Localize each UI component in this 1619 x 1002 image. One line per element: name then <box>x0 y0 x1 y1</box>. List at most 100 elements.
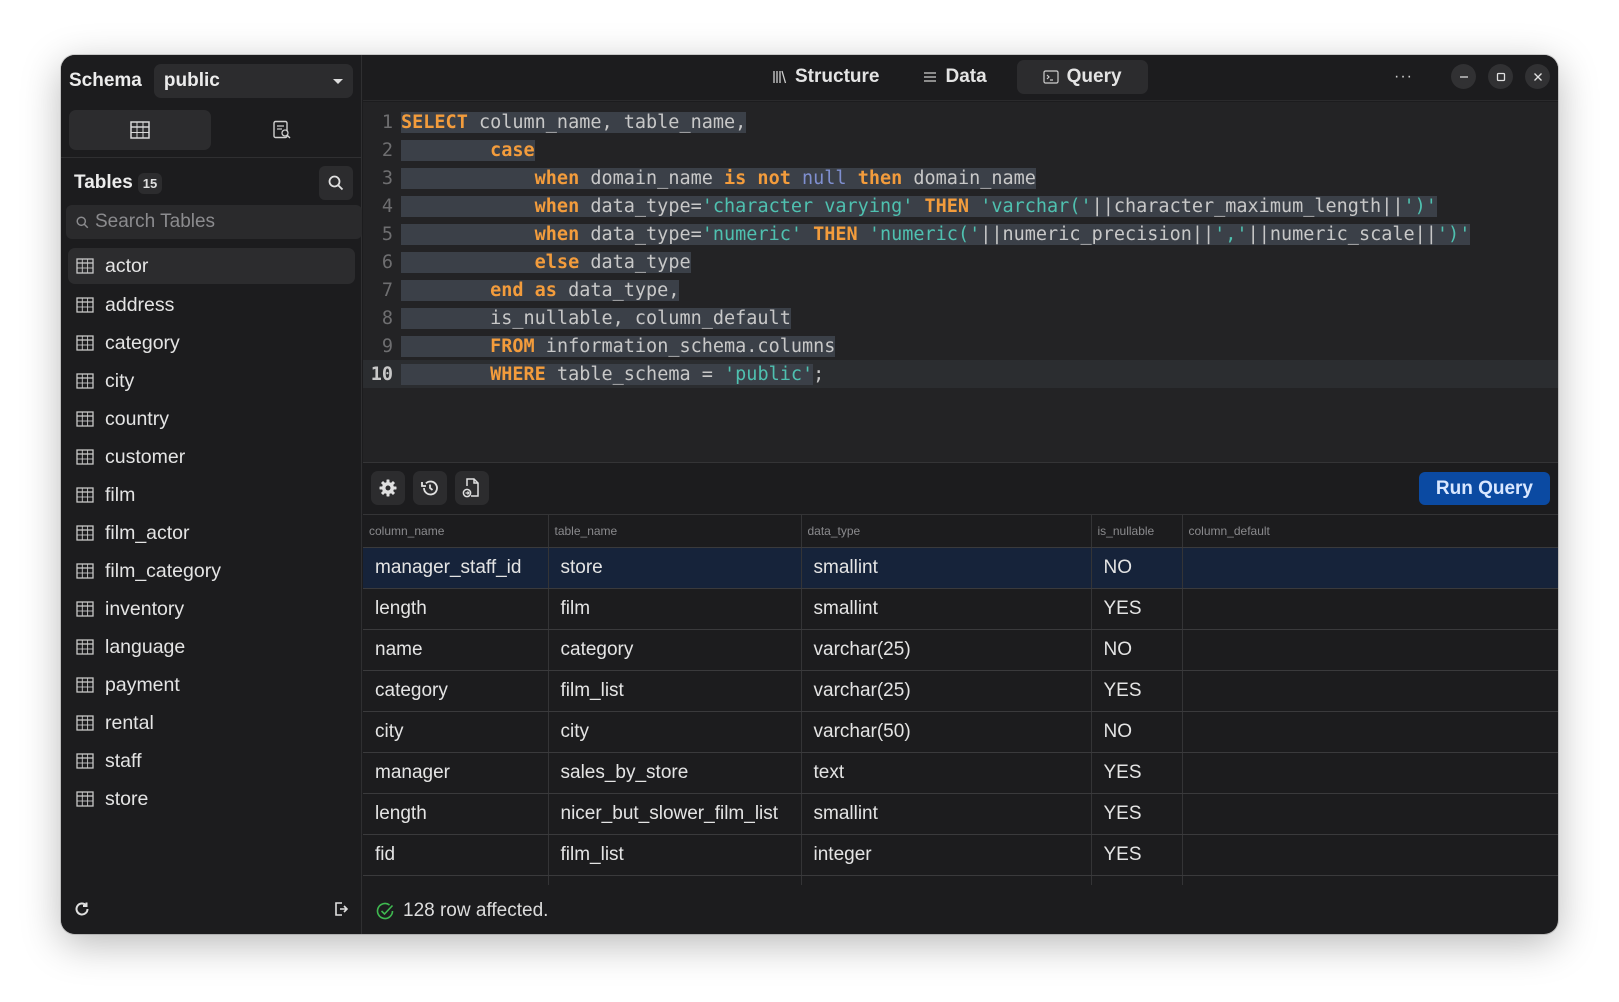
cell-table-name[interactable]: film <box>548 588 802 630</box>
cell-table-name[interactable]: sales_by_store <box>548 752 802 794</box>
settings-button[interactable] <box>371 471 405 505</box>
disconnect-button[interactable] <box>333 901 349 922</box>
tab-structure[interactable]: Structure <box>758 60 893 94</box>
table-name: city <box>105 369 135 392</box>
close-button[interactable] <box>1525 64 1550 89</box>
cell-column-default[interactable] <box>1182 793 1558 835</box>
sidebar-item-address[interactable]: address <box>68 286 355 324</box>
cell-column-default[interactable] <box>1182 629 1558 671</box>
cell-data-type[interactable]: smallint <box>801 793 1092 835</box>
cell-table-name[interactable]: film_list <box>548 834 802 876</box>
cell-is-nullable[interactable]: YES <box>1091 752 1183 794</box>
table-row[interactable]: length nicer_but_slower_film_list smallint… <box>363 793 1558 835</box>
table-name: inventory <box>105 597 185 620</box>
sidebar-item-actor[interactable]: actor <box>68 248 355 284</box>
column-header-table-name[interactable]: table_name <box>548 515 802 548</box>
cell-column-name[interactable]: category <box>363 670 549 712</box>
schema-select[interactable]: public <box>153 64 353 98</box>
code-text: FROM information_schema.columns <box>401 335 836 357</box>
cell-data-type[interactable]: smallint <box>801 588 1092 630</box>
cell-data-type[interactable]: smallint <box>801 547 1092 589</box>
table-row[interactable]: name category varchar(25) NO <box>363 629 1558 671</box>
cell-data-type[interactable]: integer <box>801 834 1092 876</box>
column-header-column-default[interactable]: column_default <box>1182 515 1558 548</box>
cell-is-nullable[interactable]: NO <box>1091 711 1183 753</box>
queries-view-button[interactable] <box>211 110 353 150</box>
run-query-button[interactable]: Run Query <box>1418 472 1550 505</box>
cell-column-name[interactable]: manager <box>363 752 549 794</box>
cell-is-nullable[interactable]: YES <box>1091 670 1183 712</box>
more-options-button[interactable]: ··· <box>1394 68 1413 86</box>
cell-column-default[interactable] <box>1182 670 1558 712</box>
column-header-data-type[interactable]: data_type <box>801 515 1092 548</box>
minimize-button[interactable] <box>1451 64 1476 89</box>
cell-column-default[interactable]: ('now'::text)::date <box>1182 875 1558 885</box>
sidebar-item-film-category[interactable]: film_category <box>68 552 355 590</box>
sidebar-item-country[interactable]: country <box>68 400 355 438</box>
refresh-button[interactable] <box>73 900 91 923</box>
cell-table-name[interactable]: category <box>548 629 802 671</box>
cell-is-nullable[interactable]: NO <box>1091 547 1183 589</box>
cell-data-type[interactable]: varchar(25) <box>801 670 1092 712</box>
column-header-is-nullable[interactable]: is_nullable <box>1091 515 1183 548</box>
cell-is-nullable[interactable]: NO <box>1091 629 1183 671</box>
cell-column-name[interactable]: city <box>363 711 549 753</box>
tab-query[interactable]: Query <box>1016 60 1148 94</box>
cell-data-type[interactable]: text <box>801 752 1092 794</box>
cell-column-default[interactable] <box>1182 547 1558 589</box>
tables-search-button[interactable] <box>319 166 353 200</box>
table-row[interactable]: length film smallint YES <box>363 588 1558 630</box>
cell-column-default[interactable] <box>1182 834 1558 876</box>
table-name: address <box>105 293 175 316</box>
search-tables-input[interactable] <box>95 211 335 233</box>
export-button[interactable] <box>455 471 489 505</box>
cell-column-name[interactable]: length <box>363 793 549 835</box>
sidebar-item-category[interactable]: category <box>68 324 355 362</box>
cell-table-name[interactable]: store <box>548 547 802 589</box>
sidebar-item-inventory[interactable]: inventory <box>68 590 355 628</box>
sidebar-item-payment[interactable]: payment <box>68 666 355 704</box>
cell-is-nullable[interactable]: NO <box>1091 875 1183 885</box>
cell-data-type[interactable]: varchar(50) <box>801 711 1092 753</box>
table-row[interactable]: category film_list varchar(25) YES <box>363 670 1558 712</box>
sidebar-item-city[interactable]: city <box>68 362 355 400</box>
cell-column-default[interactable] <box>1182 588 1558 630</box>
sql-editor[interactable]: 1 SELECT column_name, table_name, 2 case 3 … <box>363 102 1558 463</box>
cell-table-name[interactable]: city <box>548 711 802 753</box>
cell-table-name[interactable]: film_list <box>548 670 802 712</box>
table-row[interactable]: manager_staff_id store smallint NO <box>363 547 1558 589</box>
tab-data[interactable]: Data <box>909 60 1000 94</box>
table-row[interactable]: city city varchar(50) NO <box>363 711 1558 753</box>
sidebar-item-film-actor[interactable]: film_actor <box>68 514 355 552</box>
cell-column-name[interactable]: length <box>363 588 549 630</box>
column-header-column-name[interactable]: column_name <box>363 515 549 548</box>
cell-is-nullable[interactable]: YES <box>1091 793 1183 835</box>
search-tables-field[interactable] <box>66 205 362 239</box>
sidebar-item-film[interactable]: film <box>68 476 355 514</box>
table-row[interactable]: create_datecustomerdateNO('now'::text)::… <box>363 875 1558 885</box>
cell-table-name[interactable]: nicer_but_slower_film_list <box>548 793 802 835</box>
maximize-button[interactable] <box>1488 64 1513 89</box>
sidebar-item-customer[interactable]: customer <box>68 438 355 476</box>
sidebar-item-language[interactable]: language <box>68 628 355 666</box>
tables-view-button[interactable] <box>69 110 211 150</box>
cell-table-name[interactable]: customer <box>548 875 802 885</box>
table-row[interactable]: manager sales_by_store text YES <box>363 752 1558 794</box>
cell-is-nullable[interactable]: YES <box>1091 834 1183 876</box>
sidebar-item-rental[interactable]: rental <box>68 704 355 742</box>
sidebar-item-staff[interactable]: staff <box>68 742 355 780</box>
cell-data-type[interactable]: date <box>801 875 1092 885</box>
cell-column-name[interactable]: fid <box>363 834 549 876</box>
sidebar-item-store[interactable]: store <box>68 780 355 818</box>
code-line: 1 SELECT column_name, table_name, <box>363 108 1558 136</box>
cell-column-default[interactable] <box>1182 711 1558 753</box>
table-row[interactable]: fid film_list integer YES <box>363 834 1558 876</box>
cell-column-name[interactable]: create_date <box>363 875 549 885</box>
history-button[interactable] <box>413 471 447 505</box>
cell-column-name[interactable]: name <box>363 629 549 671</box>
cell-column-name[interactable]: manager_staff_id <box>363 547 549 589</box>
cell-is-nullable[interactable]: YES <box>1091 588 1183 630</box>
cell-column-default[interactable] <box>1182 752 1558 794</box>
cell-data-type[interactable]: varchar(25) <box>801 629 1092 671</box>
